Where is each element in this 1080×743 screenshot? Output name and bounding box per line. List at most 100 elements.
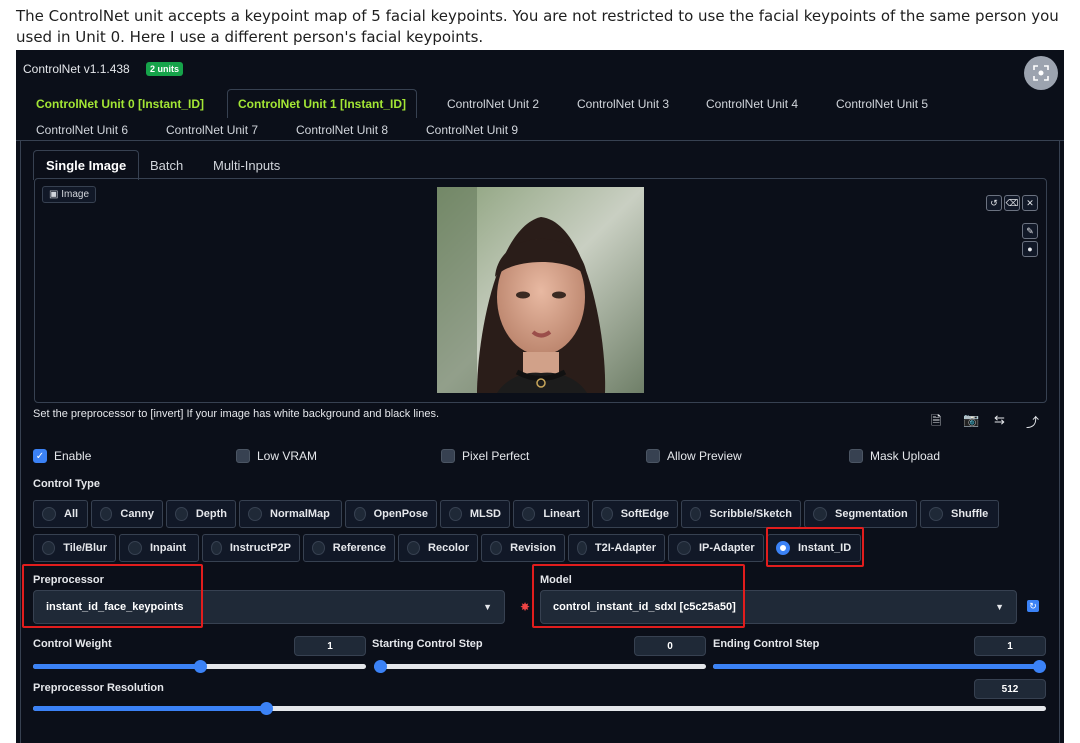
control-type-shuffle[interactable]: Shuffle [920, 500, 999, 528]
radio-dot [577, 541, 587, 555]
radio-label: OpenPose [373, 508, 428, 520]
swap-icon[interactable]: ⇆ [994, 412, 1005, 428]
control-type-instructp2p[interactable]: InstructP2P [202, 534, 300, 562]
tab-unit-7[interactable]: ControlNet Unit 7 [166, 123, 258, 137]
tab-unit-3[interactable]: ControlNet Unit 3 [577, 97, 669, 111]
new-canvas-icon[interactable]: 🗎 [931, 412, 941, 434]
camera-icon[interactable]: 📷 [963, 412, 979, 428]
tab-unit-5[interactable]: ControlNet Unit 5 [836, 97, 928, 111]
radio-dot [354, 507, 366, 521]
slider-handle[interactable] [259, 702, 273, 715]
radio-label: Segmentation [835, 508, 908, 520]
radio-label: Revision [510, 542, 556, 554]
tab-single-image[interactable]: Single Image [33, 150, 140, 180]
tab-unit-9[interactable]: ControlNet Unit 9 [426, 123, 518, 137]
control-type-softedge[interactable]: SoftEdge [592, 500, 678, 528]
image-upload-area[interactable]: ▣ Image ↺ ⌫ ✕ ✎ ● [34, 178, 1047, 403]
radio-label: Recolor [428, 542, 469, 554]
low-vram-checkbox[interactable]: Low VRAM [236, 449, 317, 463]
control-type-inpaint[interactable]: Inpaint [119, 534, 199, 562]
control-type-revision[interactable]: Revision [481, 534, 565, 562]
radio-label: IP-Adapter [699, 542, 755, 554]
control-weight-input[interactable]: 1 [294, 636, 366, 656]
color-icon[interactable]: ● [1022, 241, 1038, 257]
slider-handle[interactable] [1033, 660, 1046, 673]
control-type-ip-adapter[interactable]: IP-Adapter [668, 534, 764, 562]
radio-dot [929, 507, 943, 521]
tab-unit-1[interactable]: ControlNet Unit 1 [Instant_ID] [227, 89, 417, 118]
radio-dot [175, 507, 188, 521]
check-icon: ✓ [33, 449, 47, 463]
run-preprocessor-icon[interactable]: ✸ [520, 600, 530, 614]
tab-batch[interactable]: Batch [150, 158, 183, 173]
control-type-canny[interactable]: Canny [91, 500, 163, 528]
control-type-segmentation[interactable]: Segmentation [804, 500, 917, 528]
image-label: ▣ Image [42, 186, 97, 203]
tab-unit-2[interactable]: ControlNet Unit 2 [447, 97, 539, 111]
control-type-depth[interactable]: Depth [166, 500, 236, 528]
tab-divider [16, 140, 1064, 141]
control-type-lineart[interactable]: Lineart [513, 500, 589, 528]
slider-fill [33, 706, 266, 711]
pixel-perfect-checkbox[interactable]: Pixel Perfect [441, 449, 529, 463]
tab-unit-8[interactable]: ControlNet Unit 8 [296, 123, 388, 137]
radio-dot [128, 541, 142, 555]
radio-label: Shuffle [951, 508, 989, 520]
highlight-preprocessor [22, 564, 203, 628]
mask-upload-checkbox[interactable]: Mask Upload [849, 449, 940, 463]
enable-label: Enable [54, 449, 92, 463]
control-weight-slider[interactable] [33, 660, 366, 673]
control-type-all[interactable]: All [33, 500, 88, 528]
undo-icon[interactable]: ↺ [986, 195, 1002, 211]
radio-dot [690, 507, 702, 521]
tab-multi-inputs[interactable]: Multi-Inputs [213, 158, 280, 173]
radio-dot [248, 507, 262, 521]
tab-unit-4[interactable]: ControlNet Unit 4 [706, 97, 798, 111]
starting-step-slider[interactable] [374, 660, 706, 673]
ending-step-input[interactable]: 1 [974, 636, 1046, 656]
caption-text: The ControlNet unit accepts a keypoint m… [16, 7, 1059, 46]
control-type-t2i-adapter[interactable]: T2I-Adapter [568, 534, 665, 562]
control-type-recolor[interactable]: Recolor [398, 534, 478, 562]
refresh-icon[interactable]: ↻ [1027, 600, 1039, 612]
chevron-down-icon: ▼ [483, 602, 492, 612]
enable-checkbox[interactable]: ✓ Enable [33, 449, 91, 463]
radio-label: Scribble/Sketch [709, 508, 792, 520]
chevron-down-icon: ▼ [995, 602, 1004, 612]
control-type-scribble[interactable]: Scribble/Sketch [681, 500, 801, 528]
control-type-label: Control Type [33, 478, 101, 490]
allow-preview-label: Allow Preview [667, 449, 742, 463]
radio-dot [312, 541, 325, 555]
radio-label: InstructP2P [229, 542, 291, 554]
draw-icon[interactable]: ✎ [1022, 223, 1038, 239]
close-icon[interactable]: ✕ [1022, 195, 1038, 211]
slider-handle[interactable] [374, 660, 387, 673]
control-weight-label: Control Weight [33, 638, 112, 650]
control-type-mlsd[interactable]: MLSD [440, 500, 510, 528]
tab-unit-6[interactable]: ControlNet Unit 6 [36, 123, 128, 137]
control-type-openpose[interactable]: OpenPose [345, 500, 437, 528]
radio-label: Inpaint [150, 542, 187, 554]
mask-upload-label: Mask Upload [870, 449, 941, 463]
erase-icon[interactable]: ⌫ [1004, 195, 1020, 211]
radio-label: SoftEdge [620, 508, 669, 520]
resolution-input[interactable]: 512 [974, 679, 1046, 699]
control-type-normalmap[interactable]: NormalMap [239, 500, 342, 528]
radio-dot [601, 507, 613, 521]
panel-title[interactable]: ControlNet v1.1.438 [23, 62, 130, 76]
tab-unit-0[interactable]: ControlNet Unit 0 [Instant_ID] [36, 97, 204, 111]
highlight-model [532, 564, 745, 628]
resolution-slider[interactable] [33, 702, 1046, 715]
send-icon[interactable]: ⤴ [1026, 412, 1039, 431]
radio-label: MLSD [469, 508, 501, 520]
control-type-tile-blur[interactable]: Tile/Blur [33, 534, 116, 562]
image-label-text: Image [61, 189, 90, 200]
slider-fill [33, 664, 200, 669]
allow-preview-checkbox[interactable]: Allow Preview [646, 449, 742, 463]
starting-step-input[interactable]: 0 [634, 636, 706, 656]
slider-handle[interactable] [193, 660, 207, 673]
control-type-reference[interactable]: Reference [303, 534, 395, 562]
radio-label: Lineart [543, 508, 580, 520]
camera-scan-icon[interactable] [1024, 56, 1058, 90]
ending-step-slider[interactable] [713, 660, 1046, 673]
